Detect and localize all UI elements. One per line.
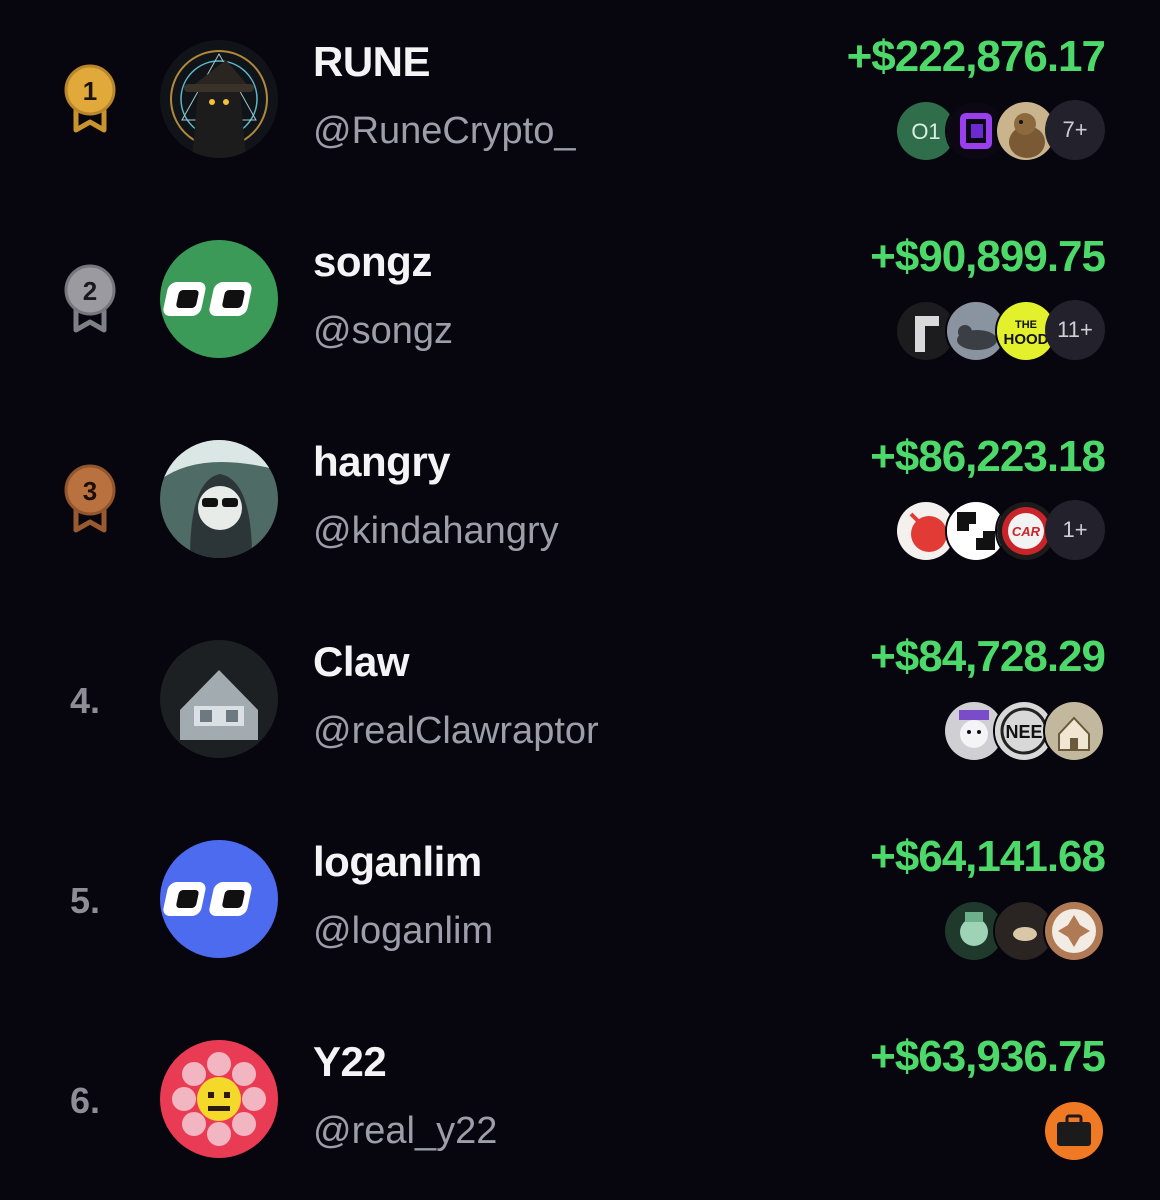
user-name[interactable]: Claw — [313, 638, 410, 686]
token-stack[interactable]: 1+ CAR — [895, 500, 1105, 562]
pnl-amount: +$63,936.75 — [870, 1032, 1106, 1081]
token-stack[interactable]: 7+ O1 — [895, 100, 1105, 162]
token-stack[interactable] — [943, 900, 1105, 962]
avatar[interactable] — [160, 1040, 278, 1158]
user-name[interactable]: hangry — [313, 438, 451, 486]
user-name[interactable]: songz — [313, 238, 432, 286]
more-tokens-count[interactable]: 7+ — [1045, 100, 1105, 160]
svg-text:HOOD: HOOD — [1004, 331, 1049, 348]
avatar[interactable] — [160, 840, 278, 958]
user-name[interactable]: loganlim — [313, 838, 482, 886]
medal-silver-icon: 2 — [62, 264, 118, 336]
leaderboard-row[interactable]: 1 RUNE @RuneCrypto_ +$222,876.17 7+ O1 — [0, 0, 1160, 200]
svg-text:CAR: CAR — [1012, 524, 1041, 539]
user-handle[interactable]: @loganlim — [313, 910, 493, 953]
user-handle[interactable]: @songz — [313, 310, 453, 353]
rank-number: 5. — [70, 880, 101, 921]
svg-text:NEE: NEE — [1005, 722, 1042, 742]
pnl-amount: +$64,141.68 — [870, 832, 1106, 881]
pnl-amount: +$222,876.17 — [846, 32, 1106, 81]
user-handle[interactable]: @RuneCrypto_ — [313, 110, 575, 153]
rank-number: 4. — [70, 680, 101, 721]
token-stack[interactable]: 11+ THE HOOD — [895, 300, 1105, 362]
more-tokens-count[interactable]: 1+ — [1045, 500, 1105, 560]
user-name[interactable]: Y22 — [313, 1038, 387, 1086]
leaderboard-row[interactable]: 3 hangry @kindahangry +$86,223.18 1+ CAR — [0, 400, 1160, 600]
medal-rank: 2 — [83, 276, 97, 306]
leaderboard: 1 RUNE @RuneCrypto_ +$222,876.17 7+ O1 2… — [0, 0, 1160, 1200]
user-name[interactable]: RUNE — [313, 38, 431, 86]
leaderboard-row[interactable]: 4. Claw @realClawraptor +$84,728.29 NEE — [0, 600, 1160, 800]
more-tokens-count[interactable]: 11+ — [1045, 300, 1105, 360]
user-handle[interactable]: @realClawraptor — [313, 710, 599, 753]
medal-gold-icon: 1 — [62, 64, 118, 136]
pnl-amount: +$86,223.18 — [870, 432, 1106, 481]
medal-bronze-icon: 3 — [62, 464, 118, 536]
avatar[interactable] — [160, 240, 278, 358]
user-handle[interactable]: @kindahangry — [313, 510, 559, 553]
medal-rank: 3 — [83, 476, 97, 506]
pnl-amount: +$90,899.75 — [870, 232, 1106, 281]
avatar[interactable] — [160, 440, 278, 558]
rank-number: 6. — [70, 1080, 101, 1121]
briefcase-token-icon[interactable] — [1043, 1100, 1105, 1162]
leaderboard-row[interactable]: 2 songz @songz +$90,899.75 11+ THE HOOD — [0, 200, 1160, 400]
leaderboard-row[interactable]: 5. loganlim @loganlim +$64,141.68 — [0, 800, 1160, 1000]
avatar[interactable] — [160, 40, 278, 158]
token-stack[interactable] — [1043, 1100, 1105, 1162]
avatar[interactable] — [160, 640, 278, 758]
token-icon[interactable] — [1043, 700, 1105, 762]
user-handle[interactable]: @real_y22 — [313, 1110, 497, 1153]
svg-text:O1: O1 — [911, 119, 940, 144]
pnl-amount: +$84,728.29 — [870, 632, 1106, 681]
medal-rank: 1 — [83, 76, 97, 106]
token-stack[interactable]: NEE — [943, 700, 1105, 762]
leaderboard-row[interactable]: 6. Y22 @real_y22 +$63,936.75 — [0, 1000, 1160, 1200]
token-icon[interactable] — [1043, 900, 1105, 962]
svg-text:THE: THE — [1015, 319, 1037, 331]
